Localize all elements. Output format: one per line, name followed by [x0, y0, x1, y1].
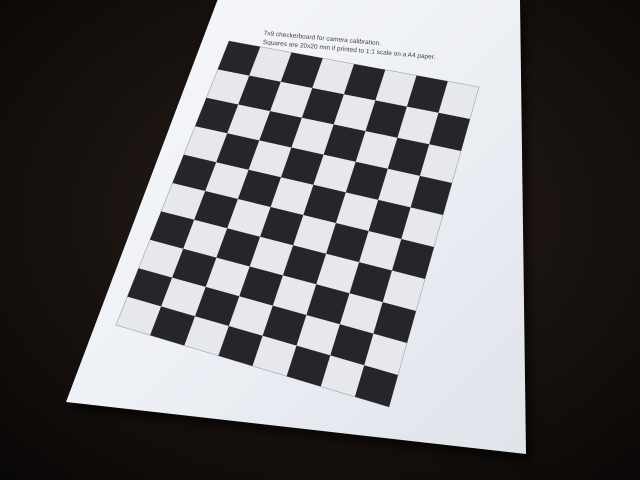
- photo-scene: [0, 0, 640, 480]
